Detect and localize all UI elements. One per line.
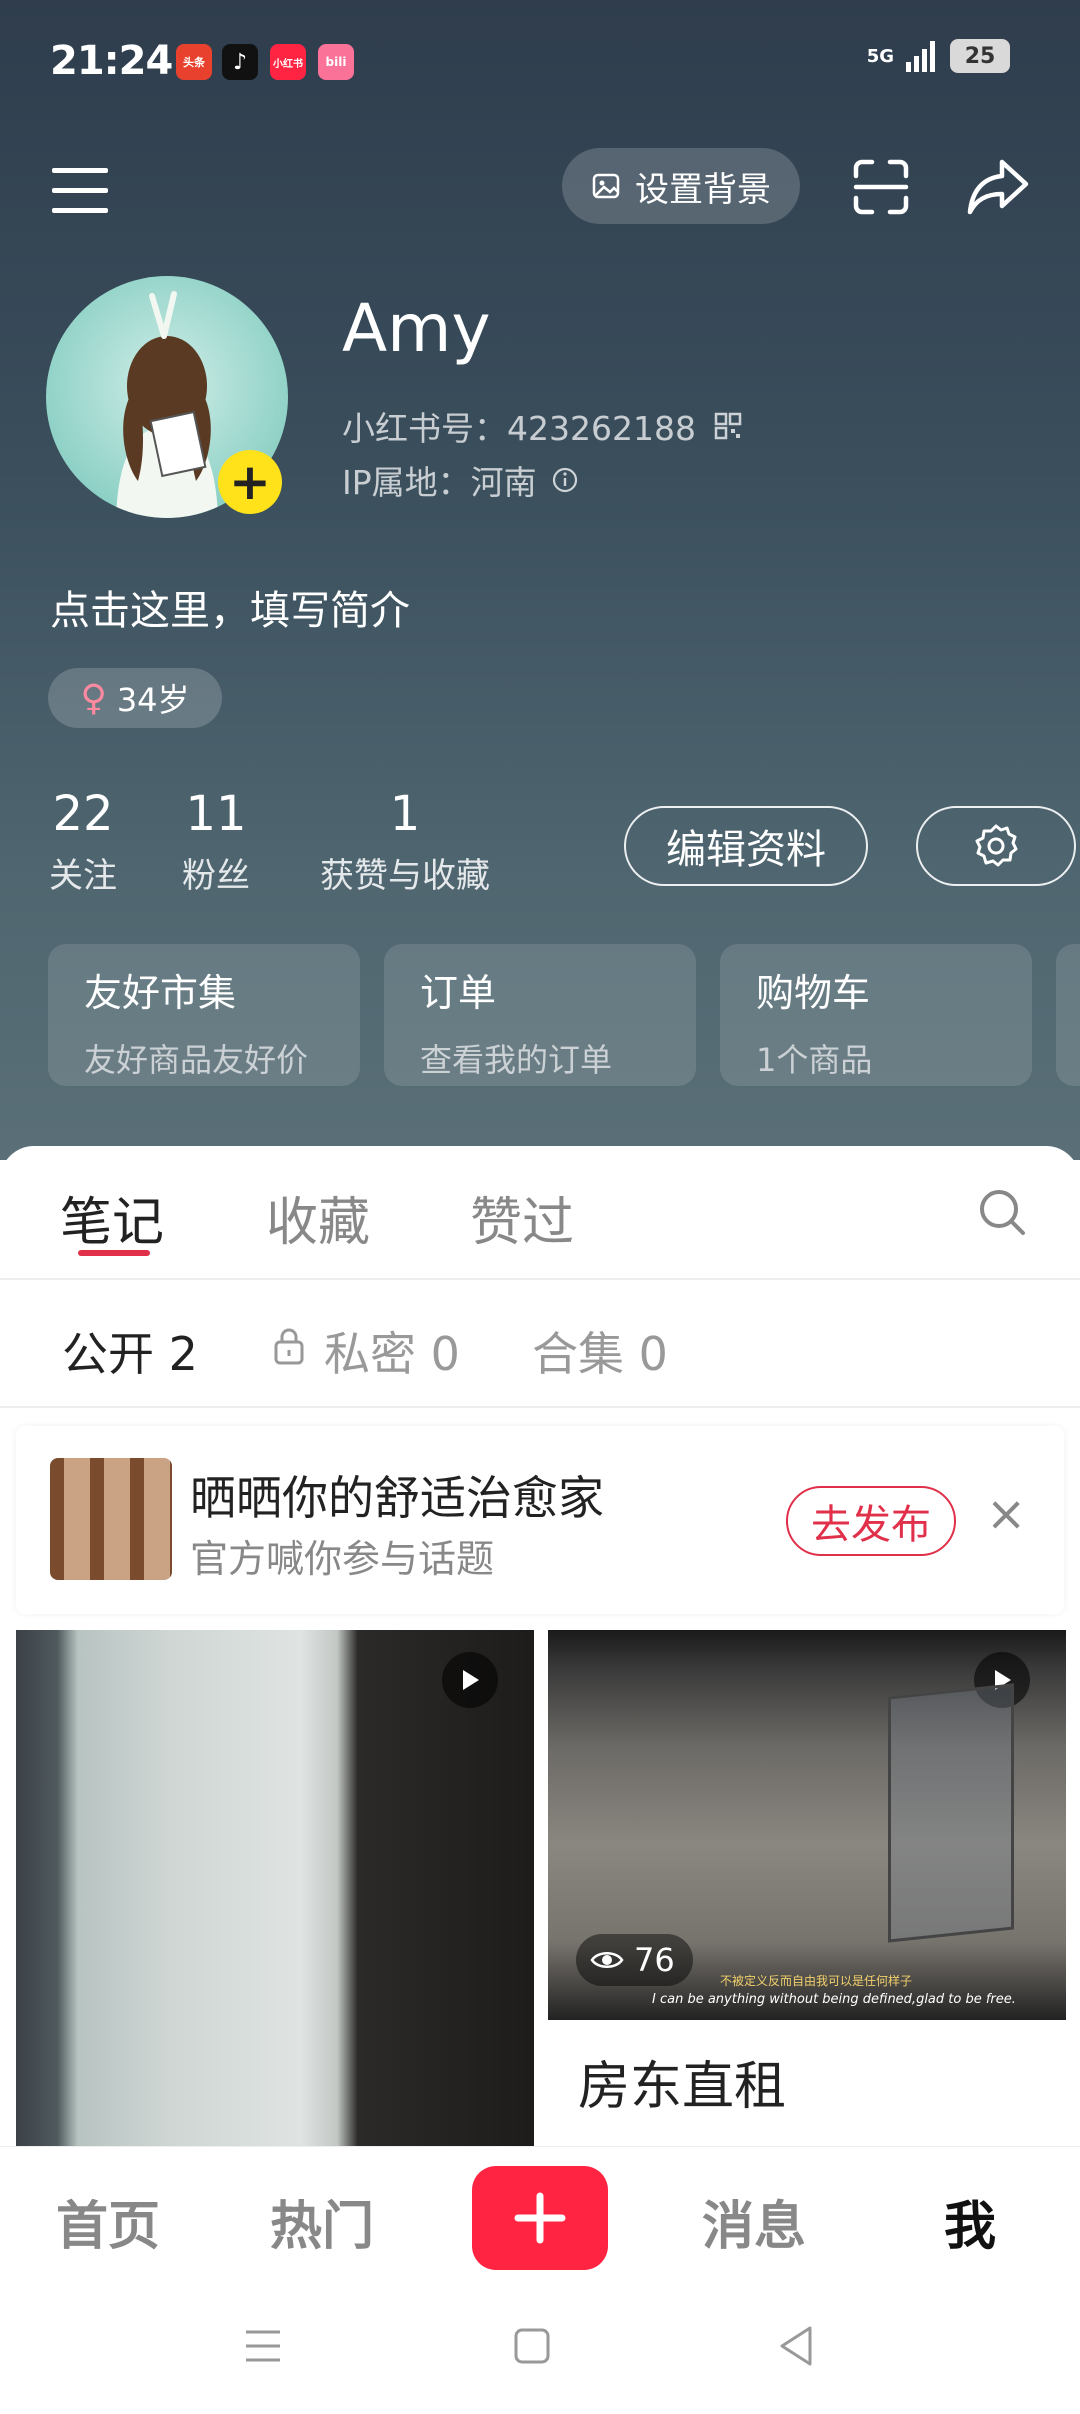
ip-location: IP属地：河南 bbox=[342, 463, 537, 502]
toutiao-app-icon: 头条 bbox=[176, 44, 212, 80]
status-time: 21:24 bbox=[50, 38, 173, 84]
menu-button[interactable] bbox=[52, 168, 108, 218]
mirror-cabinet bbox=[888, 1683, 1014, 1943]
lock-icon bbox=[274, 1328, 304, 1365]
home-icon[interactable] bbox=[512, 2326, 552, 2366]
stat-following-label: 关注 bbox=[49, 856, 117, 896]
search-icon[interactable] bbox=[976, 1186, 1028, 1238]
info-icon[interactable] bbox=[551, 466, 579, 494]
card-title: 友好市集 bbox=[84, 971, 237, 1015]
note-title: 房东直租 bbox=[578, 2057, 787, 2117]
promo-thumbnail bbox=[50, 1458, 172, 1580]
card-title: 订单 bbox=[420, 971, 497, 1015]
gear-icon bbox=[975, 824, 1018, 867]
card-orders[interactable]: 订单 查看我的订单 bbox=[384, 944, 696, 1086]
stat-likes-value: 1 bbox=[389, 786, 421, 842]
stat-following[interactable]: 22 关注 bbox=[44, 786, 122, 897]
tab-liked[interactable]: 赞过 bbox=[470, 1180, 574, 1255]
plus-icon bbox=[514, 2192, 566, 2244]
promo-subtitle: 官方喊你参与话题 bbox=[190, 1537, 495, 1581]
battery-indicator: 25 bbox=[950, 39, 1010, 73]
card-more[interactable] bbox=[1056, 944, 1080, 1086]
recents-icon[interactable] bbox=[242, 2326, 284, 2366]
tabs-divider bbox=[0, 1278, 1080, 1280]
card-title: 购物车 bbox=[756, 971, 871, 1015]
stat-likes[interactable]: 1 获赞与收藏 bbox=[310, 786, 500, 897]
douyin-app-icon: ♪ bbox=[222, 44, 258, 80]
tab-collections[interactable]: 收藏 bbox=[266, 1180, 370, 1255]
female-icon: ♀ bbox=[80, 677, 107, 719]
nav-messages[interactable]: 消息 bbox=[702, 2184, 806, 2259]
tab-notes[interactable]: 笔记 bbox=[60, 1180, 164, 1255]
settings-button[interactable] bbox=[916, 806, 1076, 886]
share-icon[interactable] bbox=[966, 156, 1030, 216]
card-cart[interactable]: 购物车 1个商品 bbox=[720, 944, 1032, 1086]
user-id-row: 小红书号：423262188 bbox=[342, 402, 742, 450]
subtabs-divider bbox=[0, 1406, 1080, 1408]
play-icon bbox=[442, 1652, 498, 1708]
subtab-public[interactable]: 公开 2 bbox=[62, 1318, 198, 1384]
edit-profile-button[interactable]: 编辑资料 bbox=[624, 806, 868, 886]
set-background-button[interactable]: 设置背景 bbox=[562, 148, 800, 224]
card-subtitle: 友好商品友好价 bbox=[84, 1041, 309, 1079]
note-card-1[interactable] bbox=[16, 1630, 534, 2150]
stat-followers[interactable]: 11 粉丝 bbox=[176, 786, 256, 897]
set-background-label: 设置背景 bbox=[635, 169, 771, 210]
tab-underline bbox=[78, 1250, 150, 1256]
menu-icon bbox=[52, 168, 108, 173]
image-icon bbox=[592, 173, 620, 199]
age-label: 34岁 bbox=[116, 681, 190, 719]
stat-following-value: 22 bbox=[52, 786, 114, 842]
scan-icon[interactable] bbox=[852, 158, 910, 216]
user-id: 小红书号：423262188 bbox=[342, 409, 696, 448]
video-subtitle-cn: 不被定义反而自由我可以是任何样子 bbox=[720, 1974, 913, 1988]
age-badge: ♀ 34岁 bbox=[48, 668, 222, 728]
add-avatar-button[interactable]: + bbox=[218, 450, 282, 514]
profile-name: Amy bbox=[342, 290, 491, 367]
bio-placeholder[interactable]: 点击这里，填写简介 bbox=[50, 578, 410, 636]
video-subtitle-en: I can be anything without being defined,… bbox=[652, 1992, 1016, 2007]
xiaohongshu-app-icon: 小红书 bbox=[270, 44, 306, 80]
card-subtitle: 1个商品 bbox=[756, 1041, 873, 1079]
nav-home[interactable]: 首页 bbox=[56, 2184, 160, 2259]
nav-me[interactable]: 我 bbox=[944, 2184, 996, 2259]
qrcode-icon[interactable] bbox=[714, 412, 742, 440]
ip-location-row: IP属地：河南 bbox=[342, 456, 579, 504]
status-right: 5G 25 bbox=[867, 38, 1010, 74]
create-post-button[interactable] bbox=[472, 2166, 608, 2270]
bilibili-app-icon: bili bbox=[318, 44, 354, 80]
subtab-private[interactable]: 私密 0 bbox=[324, 1318, 460, 1384]
view-count: 76 bbox=[634, 1941, 675, 1979]
publish-button[interactable]: 去发布 bbox=[786, 1486, 956, 1556]
card-subtitle: 查看我的订单 bbox=[420, 1041, 613, 1079]
signal-icon bbox=[906, 41, 935, 72]
stat-followers-value: 11 bbox=[185, 786, 247, 842]
network-label: 5G bbox=[866, 45, 894, 67]
subtab-collection-sets[interactable]: 合集 0 bbox=[532, 1318, 668, 1384]
view-count-badge: 76 bbox=[576, 1934, 693, 1986]
close-icon[interactable]: × bbox=[986, 1490, 1026, 1538]
eye-icon bbox=[590, 1952, 624, 1968]
stat-likes-label: 获赞与收藏 bbox=[320, 856, 490, 896]
promo-title: 晒晒你的舒适治愈家 bbox=[190, 1471, 604, 1525]
card-friendly-market[interactable]: 友好市集 友好商品友好价 bbox=[48, 944, 360, 1086]
back-icon[interactable] bbox=[776, 2324, 816, 2368]
nav-trending[interactable]: 热门 bbox=[270, 2184, 374, 2259]
stat-followers-label: 粉丝 bbox=[182, 856, 250, 896]
